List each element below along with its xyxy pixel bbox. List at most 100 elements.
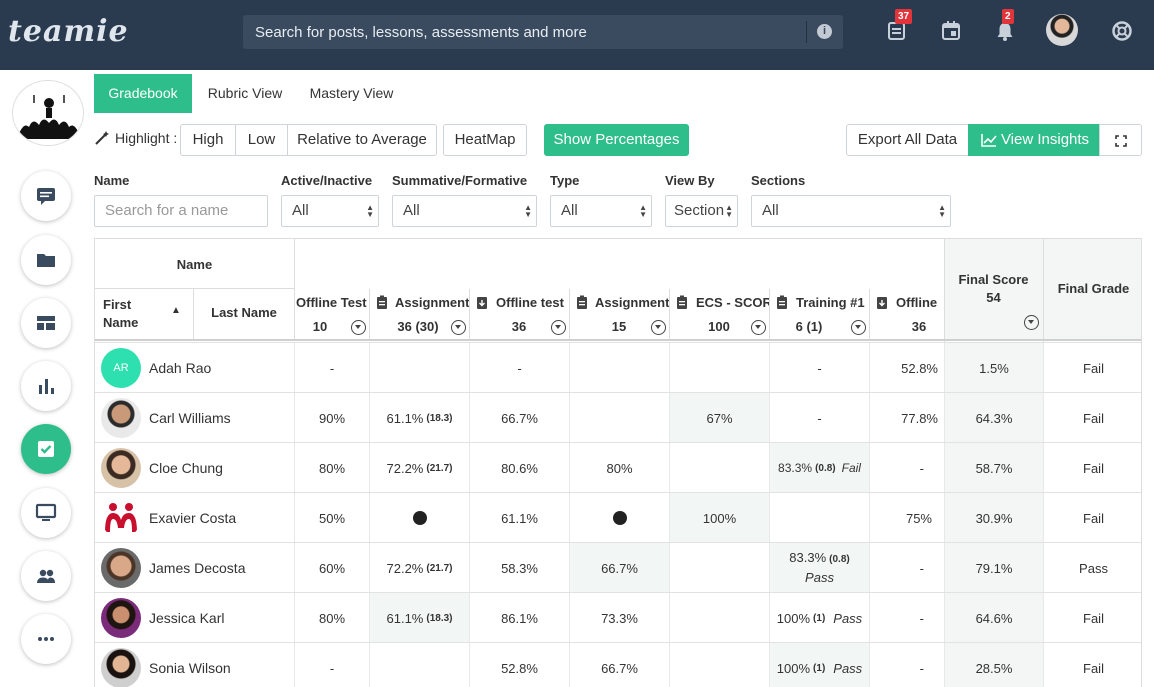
- column-menu-dropdown-icon[interactable]: [651, 320, 666, 335]
- grade-cell[interactable]: 66.7%: [569, 543, 669, 593]
- grade-cell[interactable]: 61.1%: [469, 493, 569, 543]
- viewby-select[interactable]: Section ▲ ▼: [665, 195, 738, 227]
- first-name-header[interactable]: First Name: [103, 296, 153, 332]
- grade-cell[interactable]: [669, 543, 769, 593]
- rail-gradebook-button[interactable]: [21, 424, 71, 474]
- student-name-cell[interactable]: Carl Williams: [95, 393, 294, 443]
- calendar-icon[interactable]: [940, 20, 962, 42]
- rail-analytics-button[interactable]: [21, 361, 71, 411]
- grade-cell[interactable]: 75%: [869, 493, 944, 543]
- grade-cell[interactable]: 60%: [294, 543, 369, 593]
- help-lifebuoy-icon[interactable]: [1111, 20, 1133, 42]
- grade-cell[interactable]: 73.3%: [569, 593, 669, 643]
- grade-cell[interactable]: [669, 593, 769, 643]
- grade-cell[interactable]: 80%: [569, 443, 669, 493]
- teamie-logo[interactable]: teamie: [8, 14, 129, 49]
- grade-cell[interactable]: 66.7%: [469, 393, 569, 443]
- summative-formative-select[interactable]: All ▲ ▼: [392, 195, 537, 227]
- search-input[interactable]: [243, 15, 805, 49]
- rail-newsfeed-button[interactable]: [21, 171, 71, 221]
- grade-cell[interactable]: 52.8%: [469, 643, 569, 687]
- grade-cell[interactable]: [669, 343, 769, 393]
- grade-cell[interactable]: 80%: [294, 443, 369, 493]
- info-icon[interactable]: i: [817, 24, 832, 39]
- grade-cell[interactable]: 83.3% (0.8) Pass: [769, 543, 869, 593]
- grade-cell[interactable]: -: [294, 643, 369, 687]
- grade-cell[interactable]: -: [294, 343, 369, 393]
- grade-cell[interactable]: [769, 493, 869, 543]
- grade-cell[interactable]: 58.3%: [469, 543, 569, 593]
- grade-cell[interactable]: -: [769, 393, 869, 443]
- tab-rubric-view[interactable]: Rubric View: [198, 74, 292, 113]
- grade-cell[interactable]: [569, 343, 669, 393]
- grade-cell[interactable]: -: [869, 443, 944, 493]
- grade-cell[interactable]: 72.2% (21.7): [369, 443, 469, 493]
- grade-cell[interactable]: -: [469, 343, 569, 393]
- student-name-cell[interactable]: AR Adah Rao: [95, 343, 294, 393]
- column-menu-dropdown-icon[interactable]: [551, 320, 566, 335]
- column-title[interactable]: Offline Test: [296, 295, 370, 310]
- column-menu-dropdown-icon[interactable]: [851, 320, 866, 335]
- column-title[interactable]: Training #1: [796, 295, 869, 310]
- grade-cell[interactable]: 61.1% (18.3): [369, 593, 469, 643]
- fullscreen-button[interactable]: [1099, 124, 1142, 156]
- grade-cell[interactable]: 50%: [294, 493, 369, 543]
- student-name-cell[interactable]: Jessica Karl: [95, 593, 294, 643]
- user-avatar[interactable]: [1046, 14, 1078, 46]
- view-insights-button[interactable]: View Insights: [968, 124, 1100, 156]
- tab-gradebook[interactable]: Gradebook: [94, 74, 192, 113]
- type-select[interactable]: All ▲ ▼: [550, 195, 652, 227]
- grade-cell[interactable]: [669, 643, 769, 687]
- export-all-data-button[interactable]: Export All Data: [846, 124, 969, 156]
- rail-files-button[interactable]: [21, 235, 71, 285]
- grade-cell[interactable]: 72.2% (21.7): [369, 543, 469, 593]
- student-name-cell[interactable]: Cloe Chung: [95, 443, 294, 493]
- final-score-dropdown-icon[interactable]: [1024, 315, 1039, 330]
- sections-select[interactable]: All ▲ ▼: [751, 195, 951, 227]
- heatmap-button[interactable]: HeatMap: [443, 124, 527, 156]
- student-name-cell[interactable]: Exavier Costa: [95, 493, 294, 543]
- grade-cell[interactable]: [569, 493, 669, 543]
- grade-cell[interactable]: 66.7%: [569, 643, 669, 687]
- rail-more-button[interactable]: [21, 614, 71, 664]
- grade-cell[interactable]: 83.3% (0.8) Fail: [769, 443, 869, 493]
- grade-cell[interactable]: [569, 393, 669, 443]
- show-percentages-button[interactable]: Show Percentages: [544, 124, 689, 156]
- last-name-header[interactable]: Last Name: [194, 305, 294, 320]
- sort-up-icon[interactable]: ▲: [171, 305, 181, 316]
- grade-cell[interactable]: 100%: [669, 493, 769, 543]
- student-name-cell[interactable]: James Decosta: [95, 543, 294, 593]
- rail-dashboard-button[interactable]: [21, 298, 71, 348]
- column-title[interactable]: Assignment: [395, 295, 469, 310]
- grade-cell[interactable]: -: [869, 593, 944, 643]
- grade-cell[interactable]: [369, 493, 469, 543]
- column-menu-dropdown-icon[interactable]: [351, 320, 366, 335]
- grade-cell[interactable]: 67%: [669, 393, 769, 443]
- column-title[interactable]: Assignment: [595, 295, 669, 310]
- grade-cell[interactable]: [369, 343, 469, 393]
- column-title[interactable]: Offline test: [496, 295, 569, 310]
- rail-classroom-button[interactable]: [21, 488, 71, 538]
- column-title[interactable]: ECS - SCORM: [696, 295, 769, 310]
- grade-cell[interactable]: -: [769, 343, 869, 393]
- grade-cell[interactable]: 61.1% (18.3): [369, 393, 469, 443]
- grade-cell[interactable]: 100% (1) Pass: [769, 593, 869, 643]
- column-title[interactable]: Offline: [896, 295, 944, 310]
- grade-cell[interactable]: 100% (1) Pass: [769, 643, 869, 687]
- grade-cell[interactable]: 80.6%: [469, 443, 569, 493]
- grade-cell[interactable]: 90%: [294, 393, 369, 443]
- grade-cell[interactable]: 80%: [294, 593, 369, 643]
- grade-cell[interactable]: [369, 643, 469, 687]
- student-name-cell[interactable]: Sonia Wilson: [95, 643, 294, 687]
- grade-cell[interactable]: 86.1%: [469, 593, 569, 643]
- tab-mastery-view[interactable]: Mastery View: [300, 74, 403, 113]
- name-search-input[interactable]: Search for a name: [94, 195, 268, 227]
- grade-cell[interactable]: 52.8%: [869, 343, 944, 393]
- grade-cell[interactable]: [669, 443, 769, 493]
- grade-cell[interactable]: -: [869, 643, 944, 687]
- grade-cell[interactable]: -: [869, 543, 944, 593]
- rail-people-button[interactable]: [21, 551, 71, 601]
- highlight-high-button[interactable]: High: [180, 124, 236, 156]
- course-image[interactable]: [12, 80, 84, 146]
- column-menu-dropdown-icon[interactable]: [751, 320, 766, 335]
